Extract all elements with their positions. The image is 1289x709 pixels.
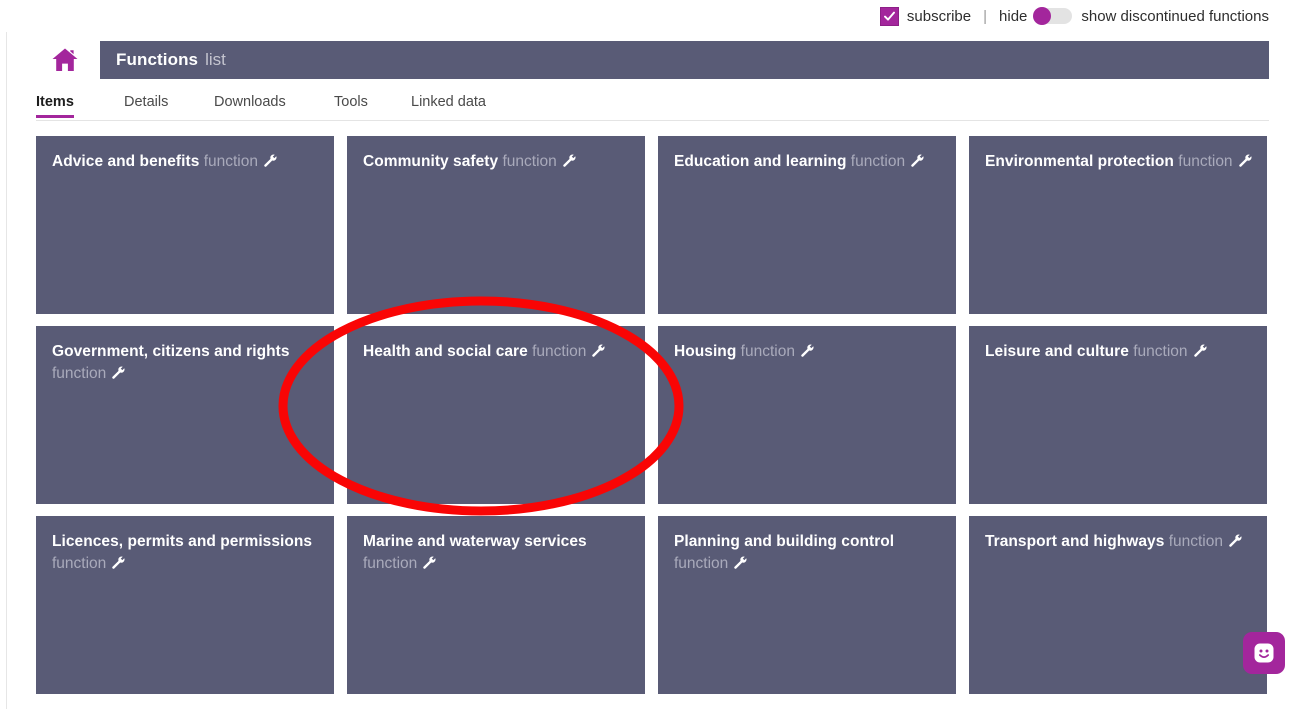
- title-band: Functions list: [100, 41, 1269, 79]
- function-card-title: Education and learning: [674, 153, 847, 170]
- function-card-text: Housing function: [674, 341, 942, 363]
- function-card-type: function: [1133, 343, 1188, 360]
- function-card-title: Government, citizens and rights: [52, 343, 290, 360]
- function-card-type: function: [1178, 153, 1233, 170]
- wrench-icon: [732, 555, 747, 570]
- show-discontinued-label[interactable]: show discontinued functions: [1081, 8, 1269, 25]
- function-card[interactable]: Government, citizens and rights function: [36, 326, 334, 504]
- tab-downloads[interactable]: Downloads: [214, 94, 286, 118]
- function-card-text: Marine and waterway services function: [363, 531, 631, 575]
- wrench-icon: [110, 365, 125, 380]
- wrench-icon: [590, 343, 605, 358]
- function-card-title: Advice and benefits: [52, 153, 200, 170]
- left-border-rule: [6, 32, 7, 709]
- function-card-type: function: [850, 153, 906, 170]
- function-card-type: function: [674, 555, 729, 572]
- function-card-text: Leisure and culture function: [985, 341, 1253, 363]
- function-card-text: Environmental protection function: [985, 151, 1253, 173]
- function-card-title: Leisure and culture: [985, 343, 1129, 360]
- tab-bar: Items Details Downloads Tools Linked dat…: [36, 94, 1269, 121]
- function-card-title: Planning and building control: [674, 533, 895, 550]
- function-card-text: Community safety function: [363, 151, 631, 173]
- tab-tools[interactable]: Tools: [334, 94, 368, 118]
- wrench-icon: [1237, 153, 1252, 168]
- utility-topbar: subscribe | hide show discontinued funct…: [0, 0, 1289, 32]
- wrench-icon: [909, 153, 924, 168]
- tab-bar-rule: [36, 120, 1269, 121]
- tab-linked-data[interactable]: Linked data: [411, 94, 486, 118]
- subscribe-label[interactable]: subscribe: [907, 8, 971, 25]
- page-header: Functions list: [36, 41, 1269, 79]
- wrench-icon: [1192, 343, 1207, 358]
- tab-items[interactable]: Items: [36, 94, 74, 118]
- function-card[interactable]: Education and learning function: [658, 136, 956, 314]
- function-card-type: function: [203, 153, 258, 170]
- topbar-separator: |: [983, 7, 988, 25]
- function-card-title: Housing: [674, 343, 737, 360]
- function-card-type: function: [502, 153, 557, 170]
- function-card-type: function: [363, 555, 418, 572]
- function-card[interactable]: Community safety function: [347, 136, 645, 314]
- function-card-text: Transport and highways function: [985, 531, 1253, 553]
- function-card-text: Education and learning function: [674, 151, 942, 173]
- toggle-knob: [1033, 7, 1052, 25]
- home-icon[interactable]: [49, 44, 81, 76]
- function-card-title: Transport and highways: [985, 533, 1165, 550]
- function-card[interactable]: Health and social care function: [347, 326, 645, 504]
- function-card-type: function: [532, 343, 587, 360]
- smiley-face-icon: [1254, 643, 1274, 663]
- function-card-text: Health and social care function: [363, 341, 631, 363]
- topbar-controls: subscribe | hide show discontinued funct…: [879, 6, 1269, 26]
- function-card-title: Environmental protection: [985, 153, 1174, 170]
- function-card[interactable]: Environmental protection function: [969, 136, 1267, 314]
- wrench-icon: [799, 343, 814, 358]
- wrench-icon: [110, 555, 125, 570]
- function-card-title: Licences, permits and permissions: [52, 533, 313, 550]
- function-card-title: Marine and waterway services: [363, 533, 587, 550]
- discontinued-functions-toggle[interactable]: [1033, 7, 1073, 25]
- page-title: Functions: [116, 50, 199, 69]
- function-card-grid: Advice and benefits function Community sa…: [36, 136, 1269, 694]
- function-card[interactable]: Advice and benefits function: [36, 136, 334, 314]
- function-card[interactable]: Licences, permits and permissions functi…: [36, 516, 334, 694]
- subscribe-checkbox[interactable]: [879, 6, 899, 26]
- function-card[interactable]: Transport and highways function: [969, 516, 1267, 694]
- function-card[interactable]: Planning and building control function: [658, 516, 956, 694]
- function-card[interactable]: Marine and waterway services function: [347, 516, 645, 694]
- function-card-text: Advice and benefits function: [52, 151, 320, 173]
- wrench-icon: [1227, 533, 1242, 548]
- page-root: subscribe | hide show discontinued funct…: [0, 0, 1289, 709]
- chat-widget-button[interactable]: [1243, 632, 1285, 674]
- function-card-type: function: [52, 365, 107, 382]
- page-title-subtitle: list: [205, 50, 226, 69]
- function-card-type: function: [1168, 533, 1223, 550]
- function-card-title: Community safety: [363, 153, 499, 170]
- function-card-type: function: [52, 555, 107, 572]
- wrench-icon: [262, 153, 277, 168]
- function-card-text: Planning and building control function: [674, 531, 942, 575]
- hide-label[interactable]: hide: [999, 8, 1027, 25]
- tab-details[interactable]: Details: [124, 94, 168, 118]
- wrench-icon: [421, 555, 436, 570]
- function-card-title: Health and social care: [363, 343, 528, 360]
- function-card-text: Government, citizens and rights function: [52, 341, 320, 385]
- function-card-text: Licences, permits and permissions functi…: [52, 531, 320, 575]
- function-card[interactable]: Housing function: [658, 326, 956, 504]
- function-card[interactable]: Leisure and culture function: [969, 326, 1267, 504]
- wrench-icon: [561, 153, 576, 168]
- function-card-type: function: [740, 343, 795, 360]
